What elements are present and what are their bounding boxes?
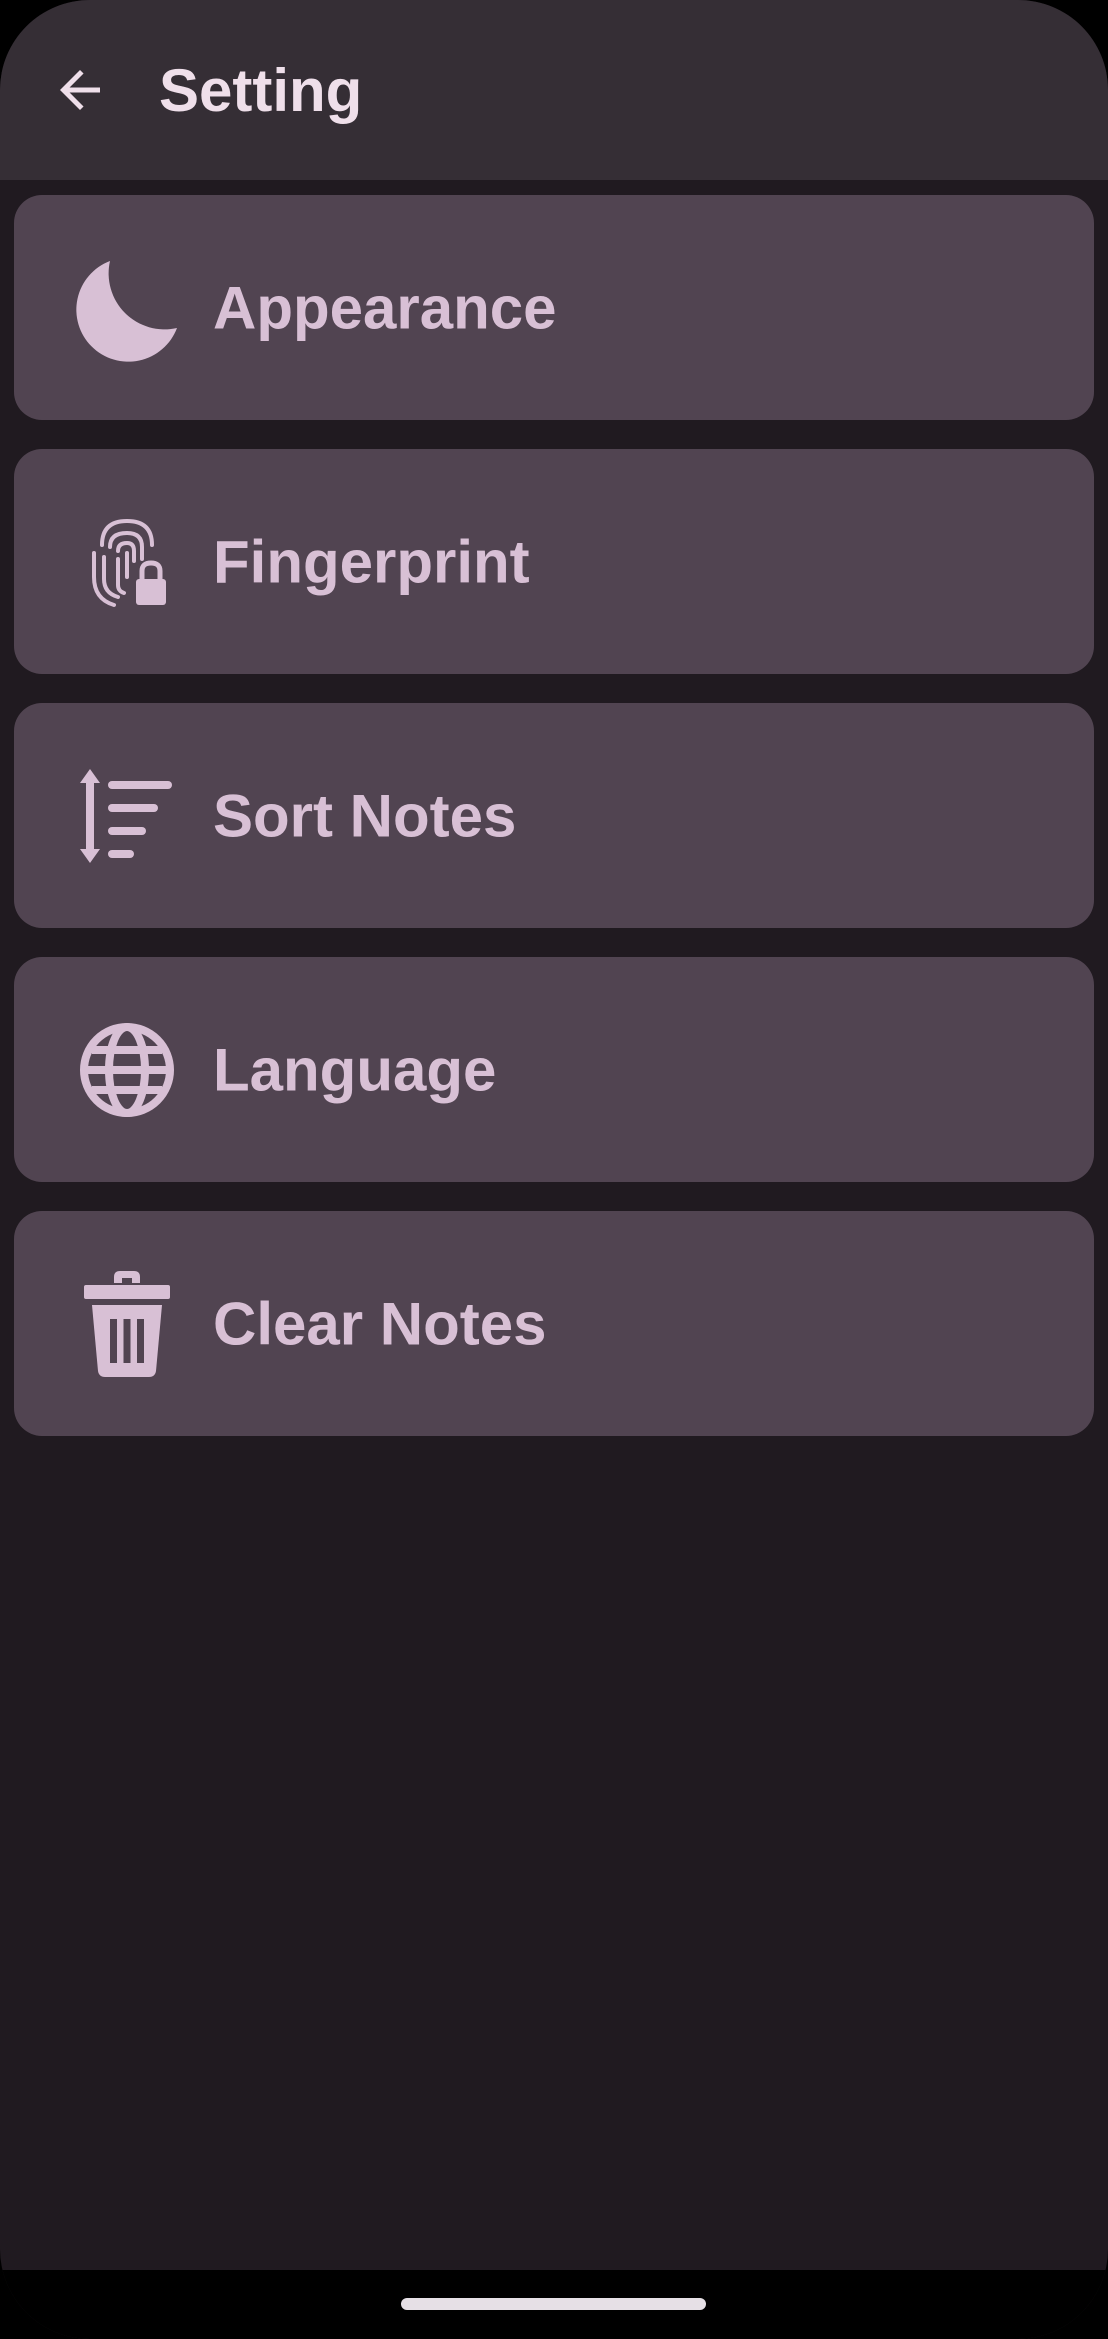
settings-screen: Setting Appearance Fingerprint Sort Note… bbox=[0, 0, 1108, 2339]
setting-item-sort-notes[interactable]: Sort Notes bbox=[14, 703, 1094, 928]
sort-icon bbox=[72, 761, 182, 871]
moon-icon bbox=[72, 253, 182, 363]
setting-label: Appearance bbox=[213, 274, 557, 341]
page-title: Setting bbox=[159, 57, 363, 124]
setting-label: Clear Notes bbox=[213, 1290, 547, 1357]
top-app-bar: Setting bbox=[0, 0, 1108, 180]
trash-icon bbox=[72, 1269, 182, 1379]
setting-item-language[interactable]: Language bbox=[14, 957, 1094, 1182]
settings-list: Appearance Fingerprint Sort Notes Langua… bbox=[14, 195, 1094, 1465]
fingerprint-lock-icon bbox=[72, 507, 182, 617]
setting-label: Sort Notes bbox=[213, 782, 517, 849]
arrow-left-icon bbox=[60, 70, 100, 110]
home-indicator[interactable] bbox=[401, 2298, 706, 2310]
setting-item-clear-notes[interactable]: Clear Notes bbox=[14, 1211, 1094, 1436]
globe-icon bbox=[72, 1015, 182, 1125]
setting-label: Language bbox=[213, 1036, 497, 1103]
setting-item-appearance[interactable]: Appearance bbox=[14, 195, 1094, 420]
setting-label: Fingerprint bbox=[213, 528, 530, 595]
setting-item-fingerprint[interactable]: Fingerprint bbox=[14, 449, 1094, 674]
back-button[interactable] bbox=[40, 50, 120, 130]
